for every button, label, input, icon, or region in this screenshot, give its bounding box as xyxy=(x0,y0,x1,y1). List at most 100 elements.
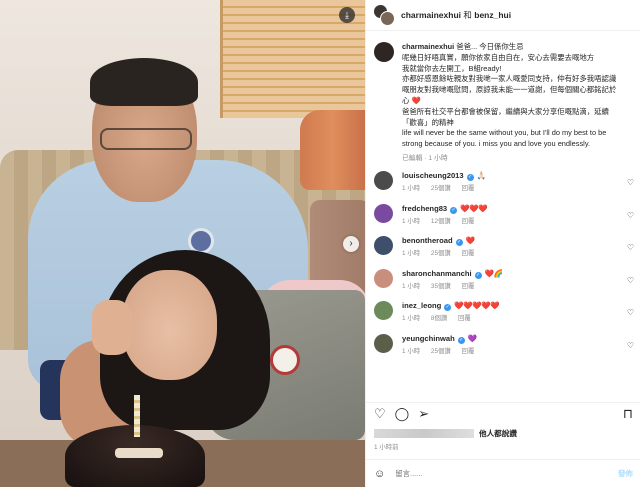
list-item: fredcheng83 ✓ ❤️❤️❤️ 1 小時 12個讚 回覆 ♡ xyxy=(366,203,640,232)
heart-icon[interactable]: ♡ xyxy=(627,178,634,187)
bookmark-icon[interactable]: ⊓ xyxy=(623,407,633,420)
comment-likes[interactable]: 25個讚 xyxy=(431,348,451,355)
comment-text: ❤️❤️❤️ xyxy=(460,203,488,213)
heart-icon[interactable]: ♡ xyxy=(627,243,634,252)
avatar[interactable] xyxy=(374,301,393,321)
avatar[interactable] xyxy=(374,42,394,62)
post-caption: charmainexhui 爸爸... 今日係你生忌 呢幾日好唔真實，願你依家自… xyxy=(402,42,632,165)
list-item: sharonchanmanchi ✓ ❤️🌈 1 小時 35個讚 回覆 ♡ xyxy=(366,268,640,297)
avatar[interactable] xyxy=(374,268,393,288)
verified-icon: ✓ xyxy=(450,206,458,214)
comment-likes[interactable]: 12個讚 xyxy=(431,218,451,225)
comment-username[interactable]: sharonchanmanchi xyxy=(402,269,472,278)
comment-text: 💜 xyxy=(467,333,477,343)
reply-button[interactable]: 回覆 xyxy=(462,185,475,192)
photo-cake-decoration xyxy=(115,448,163,458)
caption-username[interactable]: charmainexhui xyxy=(402,42,454,51)
avatar[interactable] xyxy=(374,333,393,353)
heart-icon[interactable]: ♡ xyxy=(627,341,634,350)
photo-girl-hand xyxy=(92,300,132,355)
avatar[interactable] xyxy=(374,171,393,190)
heart-icon[interactable]: ♡ xyxy=(627,308,634,317)
comment-username[interactable]: benontheroad xyxy=(402,236,453,245)
likes-others-text: 他人都說讚 xyxy=(479,429,517,438)
photo-school-emblem xyxy=(270,345,300,375)
comment-list: louischeung2013 ✓ 🙏🏻 1 小時 25個讚 回覆 ♡ fredch… xyxy=(366,170,640,366)
caption-meta: 已編輯 · 1 小時 xyxy=(402,154,448,162)
verified-icon: ✓ xyxy=(444,304,452,312)
avatar[interactable] xyxy=(374,236,393,256)
list-item: inez_leong ✓ ❤️❤️❤️❤️❤️ 1 小時 8個讚 回覆 ♡ xyxy=(366,300,640,329)
caption-line: life will never be the same without you,… xyxy=(402,128,607,138)
post-time: 1 小時前 xyxy=(374,444,399,451)
header-connector: 和 xyxy=(463,10,472,20)
photo-candle xyxy=(134,395,140,437)
comment-time: 1 小時 xyxy=(402,217,421,225)
verified-icon: ✓ xyxy=(457,336,465,344)
post-comment-button[interactable]: 發佈 xyxy=(618,468,633,479)
caption-line: 呢幾日好唔真實，願你依家自由自在，安心去需要去嘅地方 xyxy=(402,52,595,62)
caption-line: 爸爸所有社交平台都會被保留，繼續與大家分享佢嘅點滴，延續 xyxy=(402,106,609,116)
header-usernames: charmainexhui 和 benz_hui xyxy=(401,9,511,21)
photo-curtain xyxy=(300,110,365,190)
comment-text: 🙏🏻 xyxy=(476,171,486,180)
caption-line: 心 ❤️ xyxy=(402,95,421,105)
comment-likes[interactable]: 25個讚 xyxy=(431,185,451,192)
reply-button[interactable]: 回覆 xyxy=(462,283,475,290)
chevron-right-icon[interactable]: › xyxy=(343,236,359,252)
list-item: yeungchinwah ✓ 💜 1 小時 25個讚 回覆 ♡ xyxy=(366,333,640,362)
comment-likes[interactable]: 25個讚 xyxy=(431,250,451,257)
heart-icon[interactable]: ♡ xyxy=(374,407,386,420)
list-item: benontheroad ✓ ❤️ 1 小時 25個讚 回覆 ♡ xyxy=(366,235,640,264)
likes-summary[interactable]: 他人都說讚 xyxy=(374,428,517,439)
caption-line: 亦都好感恩餘咗親友對我哋一家人嘅愛同支持，仲有好多我唔認識 xyxy=(402,74,617,84)
comment-text: ❤️ xyxy=(465,236,475,246)
share-icon[interactable]: ➢ xyxy=(418,407,429,420)
list-item: louischeung2013 ✓ 🙏🏻 1 小時 25個讚 回覆 ♡ xyxy=(366,170,640,199)
comment-text: ❤️❤️❤️❤️❤️ xyxy=(454,301,500,311)
blurred-usernames xyxy=(374,429,474,438)
reply-button[interactable]: 回覆 xyxy=(462,348,475,355)
download-icon[interactable]: ⤓ xyxy=(339,7,355,23)
reply-button[interactable]: 回覆 xyxy=(462,218,475,225)
photo-girl-face xyxy=(122,270,217,380)
comment-time: 1 小時 xyxy=(402,250,421,258)
comment-username[interactable]: fredcheng83 xyxy=(402,204,447,213)
photo-glasses xyxy=(100,128,192,150)
caption-line: 爸爸... 今日係你生忌 xyxy=(456,42,524,51)
comment-likes[interactable]: 35個讚 xyxy=(431,283,451,290)
comment-username[interactable]: yeungchinwah xyxy=(402,334,455,343)
caption-line: 嘅朋友對我哋嘅慰問，原諒我未能一一道謝，但每個關心都銘記於 xyxy=(402,85,617,95)
post-action-bar: ♡ ◯ ➢ ⊓ xyxy=(366,402,640,424)
comment-time: 1 小時 xyxy=(402,347,421,355)
comment-text: ❤️🌈 xyxy=(484,268,503,278)
comment-time: 1 小時 xyxy=(402,282,421,290)
header-user1-link[interactable]: charmainexhui xyxy=(401,10,461,20)
comment-username[interactable]: louischeung2013 xyxy=(402,171,464,180)
caption-block: charmainexhui 爸爸... 今日係你生忌 呢幾日好唔真實，願你依家自… xyxy=(366,31,640,165)
avatar[interactable] xyxy=(373,4,395,26)
reply-button[interactable]: 回覆 xyxy=(458,315,471,322)
comment-input[interactable] xyxy=(395,469,618,478)
header-user2-link[interactable]: benz_hui xyxy=(474,10,511,20)
verified-icon: ✓ xyxy=(455,239,463,247)
caption-line: strong because of you. i miss you and lo… xyxy=(402,139,591,149)
comment-likes[interactable]: 8個讚 xyxy=(431,315,447,322)
heart-icon[interactable]: ♡ xyxy=(627,211,634,220)
emoji-icon[interactable]: ☺ xyxy=(374,468,385,480)
heart-icon[interactable]: ♡ xyxy=(627,276,634,285)
caption-line: 我就當你去左開工，B組ready! xyxy=(402,63,502,73)
post-photo[interactable]: ⤓ › xyxy=(0,0,365,487)
verified-icon: ✓ xyxy=(474,271,482,279)
photo-man-hair xyxy=(90,58,198,106)
verified-icon: ✓ xyxy=(466,174,474,181)
post-header: charmainexhui 和 benz_hui xyxy=(366,0,640,31)
avatar[interactable] xyxy=(374,203,393,223)
comment-username[interactable]: inez_leong xyxy=(402,301,441,310)
comment-icon[interactable]: ◯ xyxy=(395,407,410,420)
reply-button[interactable]: 回覆 xyxy=(462,250,475,257)
post-side-panel: charmainexhui 和 benz_hui charmainexhui 爸… xyxy=(365,0,640,487)
comment-time: 1 小時 xyxy=(402,185,421,192)
comment-time: 1 小時 xyxy=(402,315,421,323)
comment-composer: ☺ 發佈 xyxy=(366,459,640,487)
